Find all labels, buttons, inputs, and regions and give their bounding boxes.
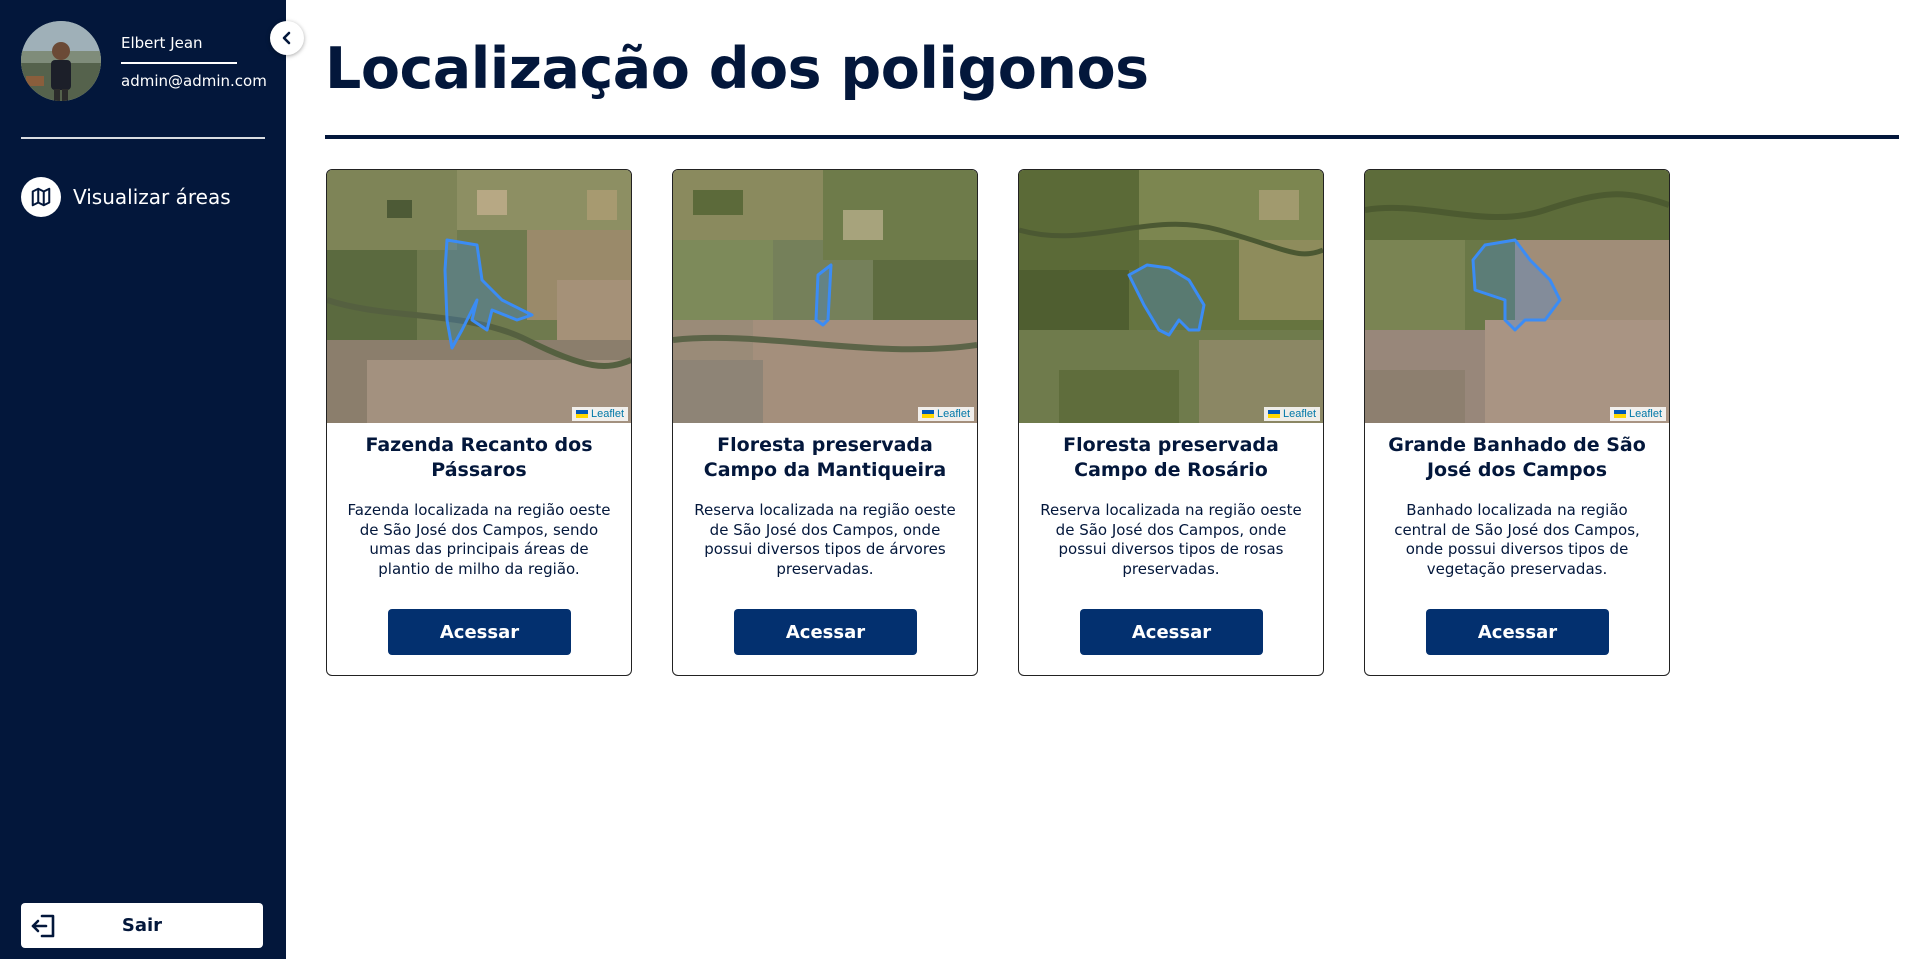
page-title: Localização dos poligonos [325,36,1149,102]
avatar [21,21,101,101]
name-underline [121,62,237,64]
map-view[interactable]: Leaflet [1019,170,1323,423]
card-title: Floresta preservada Campo da Mantiqueira [703,434,947,481]
ukraine-flag-icon [1613,410,1626,418]
card-description: Banhado localizada na região central de … [1394,501,1640,578]
user-name: Elbert Jean [121,34,203,52]
logout-button[interactable]: Sair [21,903,263,948]
card-list: Leaflet Fazenda Recanto dos Pássaros Faz… [326,169,1670,676]
satellite-map [1365,170,1669,423]
area-card: Leaflet Floresta preservada Campo de Ros… [1018,169,1324,676]
ukraine-flag-icon [575,410,588,418]
sidebar-item-label: Visualizar áreas [73,185,231,209]
map-attribution[interactable]: Leaflet [917,407,974,421]
satellite-map [327,170,631,423]
access-button[interactable]: Acessar [1426,609,1609,655]
map-icon [21,177,61,217]
sidebar-divider [21,137,265,139]
sidebar: Elbert Jean admin@admin.com Visualizar á… [0,0,286,959]
map-attribution[interactable]: Leaflet [1609,407,1666,421]
card-title: Fazenda Recanto dos Pássaros [365,434,593,481]
map-attribution[interactable]: Leaflet [1263,407,1320,421]
access-button[interactable]: Acessar [1080,609,1263,655]
collapse-sidebar-button[interactable] [270,21,304,55]
chevron-left-icon [282,31,291,45]
card-title: Floresta preservada Campo de Rosário [1063,434,1279,481]
map-view[interactable]: Leaflet [327,170,631,423]
satellite-map [673,170,977,423]
area-card: Leaflet Floresta preservada Campo da Man… [672,169,978,676]
user-email: admin@admin.com [121,72,267,90]
map-view[interactable]: Leaflet [673,170,977,423]
card-description: Reserva localizada na região oeste de Sã… [694,501,956,578]
sidebar-item-visualizar-areas[interactable]: Visualizar áreas [21,177,231,217]
card-description: Fazenda localizada na região oeste de Sã… [347,501,611,578]
map-view[interactable]: Leaflet [1365,170,1669,423]
access-button[interactable]: Acessar [734,609,917,655]
ukraine-flag-icon [921,410,934,418]
card-description: Reserva localizada na região oeste de Sã… [1040,501,1302,578]
logout-icon [31,914,55,938]
ukraine-flag-icon [1267,410,1280,418]
access-button[interactable]: Acessar [388,609,571,655]
map-attribution[interactable]: Leaflet [571,407,628,421]
area-card: Leaflet Grande Banhado de São José dos C… [1364,169,1670,676]
satellite-map [1019,170,1323,423]
title-divider [325,135,1899,139]
card-title: Grande Banhado de São José dos Campos [1388,434,1646,481]
area-card: Leaflet Fazenda Recanto dos Pássaros Faz… [326,169,632,676]
